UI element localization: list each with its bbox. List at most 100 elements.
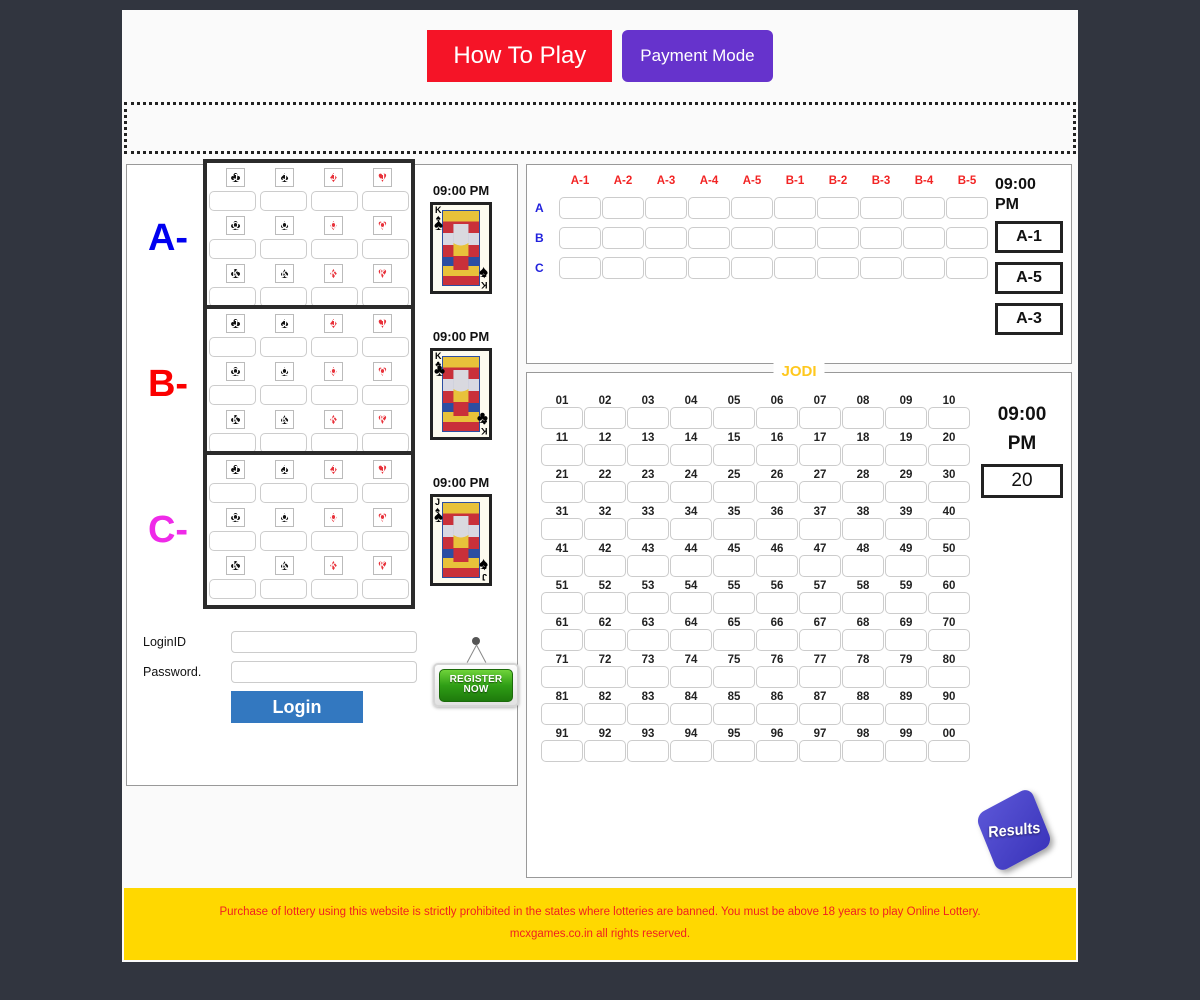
ab-bet-input[interactable]: [774, 257, 816, 279]
jodi-bet-input[interactable]: [584, 666, 626, 688]
jodi-bet-input[interactable]: [799, 666, 841, 688]
jodi-bet-input[interactable]: [541, 518, 583, 540]
jodi-bet-input[interactable]: [713, 407, 755, 429]
jodi-bet-input[interactable]: [928, 555, 970, 577]
jodi-bet-input[interactable]: [670, 555, 712, 577]
ab-bet-input[interactable]: [602, 257, 644, 279]
ab-bet-input[interactable]: [817, 257, 859, 279]
ab-bet-input[interactable]: [559, 257, 601, 279]
jodi-bet-input[interactable]: [928, 592, 970, 614]
jodi-bet-input[interactable]: [713, 666, 755, 688]
jodi-bet-input[interactable]: [885, 666, 927, 688]
ab-bet-input[interactable]: [774, 197, 816, 219]
ab-bet-input[interactable]: [946, 227, 988, 249]
bet-input[interactable]: [209, 191, 256, 211]
jodi-bet-input[interactable]: [885, 629, 927, 651]
jodi-bet-input[interactable]: [541, 629, 583, 651]
bet-input[interactable]: [260, 337, 307, 357]
jodi-bet-input[interactable]: [842, 407, 884, 429]
jodi-bet-input[interactable]: [842, 629, 884, 651]
jodi-bet-input[interactable]: [928, 740, 970, 762]
jodi-bet-input[interactable]: [928, 407, 970, 429]
bet-input[interactable]: [311, 483, 358, 503]
bet-input[interactable]: [362, 287, 409, 307]
jodi-bet-input[interactable]: [627, 629, 669, 651]
loginid-input[interactable]: [231, 631, 417, 653]
ab-bet-input[interactable]: [860, 227, 902, 249]
jodi-bet-input[interactable]: [756, 444, 798, 466]
bet-input[interactable]: [209, 579, 256, 599]
bet-input[interactable]: [362, 579, 409, 599]
bet-input[interactable]: [209, 385, 256, 405]
bet-input[interactable]: [362, 191, 409, 211]
ab-bet-input[interactable]: [946, 197, 988, 219]
bet-input[interactable]: [311, 579, 358, 599]
bet-input[interactable]: [260, 483, 307, 503]
jodi-bet-input[interactable]: [799, 444, 841, 466]
jodi-bet-input[interactable]: [799, 518, 841, 540]
jodi-bet-input[interactable]: [584, 703, 626, 725]
jodi-bet-input[interactable]: [756, 740, 798, 762]
jodi-bet-input[interactable]: [885, 481, 927, 503]
jodi-bet-input[interactable]: [842, 592, 884, 614]
ab-bet-input[interactable]: [731, 197, 773, 219]
bet-input[interactable]: [260, 385, 307, 405]
jodi-bet-input[interactable]: [799, 629, 841, 651]
ab-bet-input[interactable]: [774, 227, 816, 249]
jodi-bet-input[interactable]: [799, 407, 841, 429]
ab-bet-input[interactable]: [731, 227, 773, 249]
ab-bet-input[interactable]: [731, 257, 773, 279]
ab-bet-input[interactable]: [559, 197, 601, 219]
bet-input[interactable]: [260, 191, 307, 211]
ab-bet-input[interactable]: [688, 227, 730, 249]
jodi-bet-input[interactable]: [627, 444, 669, 466]
bet-input[interactable]: [260, 287, 307, 307]
jodi-bet-input[interactable]: [627, 518, 669, 540]
jodi-bet-input[interactable]: [713, 555, 755, 577]
payment-mode-button[interactable]: Payment Mode: [622, 29, 773, 83]
jodi-bet-input[interactable]: [670, 629, 712, 651]
ab-bet-input[interactable]: [645, 227, 687, 249]
jodi-bet-input[interactable]: [885, 592, 927, 614]
ab-bet-input[interactable]: [903, 197, 945, 219]
jodi-bet-input[interactable]: [627, 407, 669, 429]
jodi-bet-input[interactable]: [627, 555, 669, 577]
jodi-bet-input[interactable]: [627, 592, 669, 614]
jodi-bet-input[interactable]: [584, 592, 626, 614]
ab-bet-input[interactable]: [602, 227, 644, 249]
jodi-bet-input[interactable]: [799, 703, 841, 725]
how-to-play-button[interactable]: How To Play: [427, 29, 613, 83]
jodi-bet-input[interactable]: [756, 666, 798, 688]
jodi-bet-input[interactable]: [713, 703, 755, 725]
jodi-bet-input[interactable]: [541, 666, 583, 688]
register-now-sign[interactable]: REGISTER NOW: [433, 631, 519, 707]
bet-input[interactable]: [209, 287, 256, 307]
ab-bet-input[interactable]: [817, 227, 859, 249]
ab-bet-input[interactable]: [860, 197, 902, 219]
jodi-bet-input[interactable]: [842, 444, 884, 466]
jodi-bet-input[interactable]: [713, 740, 755, 762]
jodi-bet-input[interactable]: [928, 481, 970, 503]
ab-bet-input[interactable]: [559, 227, 601, 249]
bet-input[interactable]: [311, 433, 358, 453]
jodi-bet-input[interactable]: [756, 703, 798, 725]
jodi-bet-input[interactable]: [627, 666, 669, 688]
bet-input[interactable]: [362, 531, 409, 551]
jodi-bet-input[interactable]: [713, 481, 755, 503]
jodi-bet-input[interactable]: [713, 629, 755, 651]
jodi-bet-input[interactable]: [885, 740, 927, 762]
ab-bet-input[interactable]: [645, 257, 687, 279]
bet-input[interactable]: [260, 433, 307, 453]
jodi-bet-input[interactable]: [756, 592, 798, 614]
bet-input[interactable]: [209, 483, 256, 503]
jodi-bet-input[interactable]: [713, 592, 755, 614]
jodi-bet-input[interactable]: [541, 407, 583, 429]
jodi-bet-input[interactable]: [756, 407, 798, 429]
bet-input[interactable]: [311, 337, 358, 357]
jodi-bet-input[interactable]: [670, 444, 712, 466]
jodi-bet-input[interactable]: [885, 444, 927, 466]
jodi-bet-input[interactable]: [627, 481, 669, 503]
bet-input[interactable]: [311, 531, 358, 551]
jodi-bet-input[interactable]: [799, 481, 841, 503]
jodi-bet-input[interactable]: [885, 555, 927, 577]
